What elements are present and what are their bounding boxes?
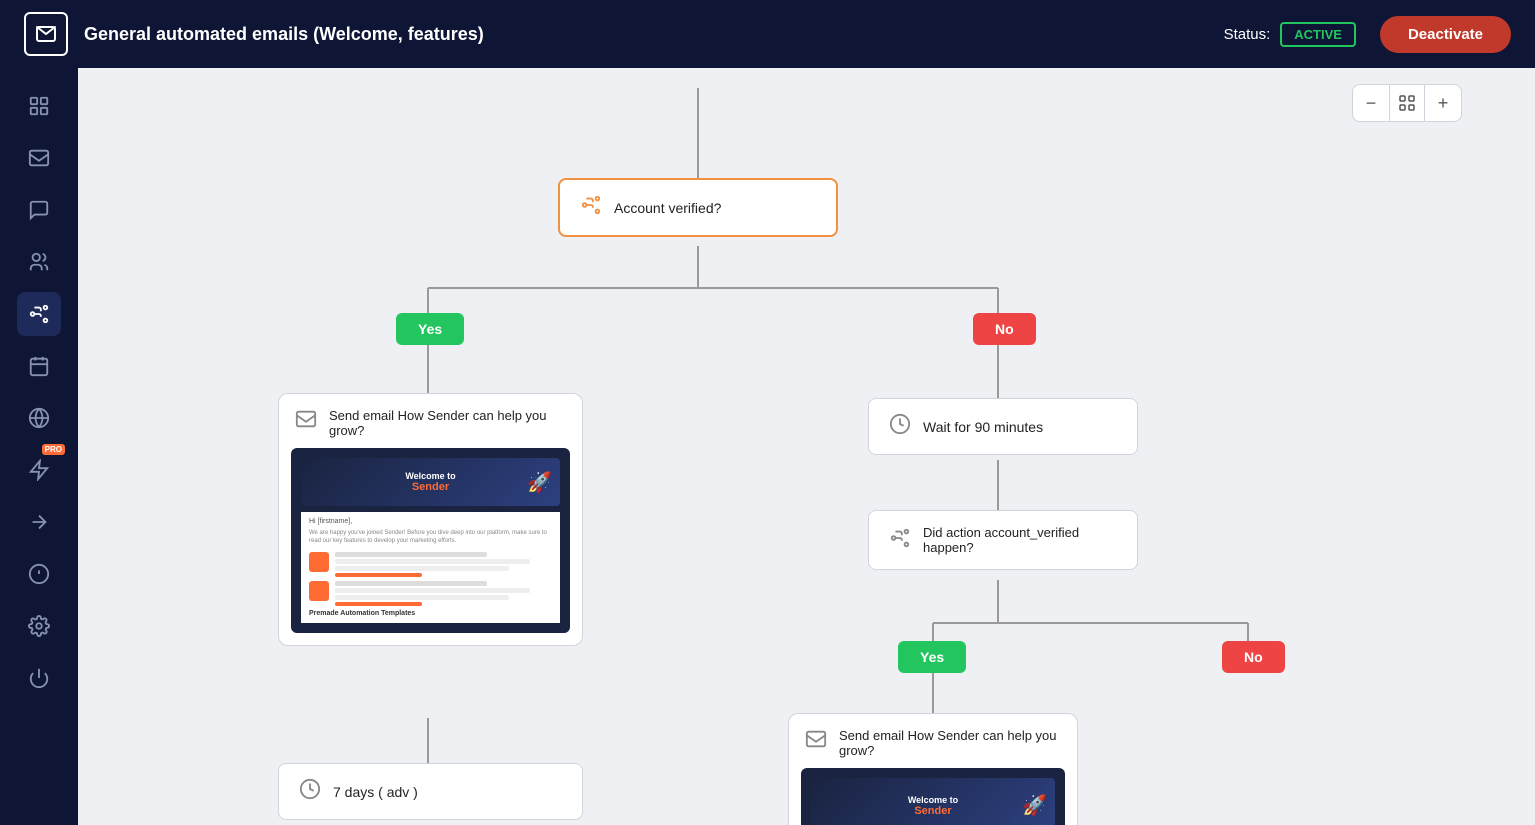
yes-branch-button[interactable]: Yes [396,313,464,345]
wait-icon [889,413,911,440]
condition-node[interactable]: Did action account_verified happen? [868,510,1138,570]
sidebar-item-automation[interactable] [17,292,61,336]
sidebar-item-calendar[interactable] [17,344,61,388]
sidebar-item-contacts[interactable] [17,240,61,284]
trigger-label: Account verified? [614,200,721,216]
sidebar-item-dashboard[interactable] [17,84,61,128]
trigger-icon [580,194,602,221]
flow-diagram: − + [78,68,1478,825]
status-badge: ACTIVE [1280,22,1356,47]
email-card-2[interactable]: Send email How Sender can help you grow?… [788,713,1078,825]
no2-branch-button[interactable]: No [1222,641,1285,673]
app-logo [24,12,68,56]
sidebar-item-chat[interactable] [17,188,61,232]
condition-label: Did action account_verified happen? [923,525,1117,555]
sidebar-item-email[interactable] [17,136,61,180]
app-header: General automated emails (Welcome, featu… [0,0,1535,68]
zoom-fit-button[interactable] [1389,85,1425,121]
sidebar-item-logout[interactable] [17,656,61,700]
email-card-2-header: Send email How Sender can help you grow? [789,714,1077,768]
sidebar-item-info[interactable] [17,552,61,596]
email-card-1-header: Send email How Sender can help you grow? [279,394,582,448]
rocket-icon-2: 🚀 [1022,793,1047,818]
email-card-2-label: Send email How Sender can help you grow? [839,728,1061,758]
sidebar-item-settings[interactable] [17,604,61,648]
flow-canvas: − + [78,68,1535,825]
wait-node[interactable]: Wait for 90 minutes [868,398,1138,455]
delay-node[interactable]: 7 days ( adv ) [278,763,583,820]
zoom-out-button[interactable]: − [1353,85,1389,121]
sidebar-item-import[interactable] [17,500,61,544]
rocket-icon: 🚀 [527,470,552,495]
email-preview-1: Welcome toSender 🚀 Hi [firstname], We ar… [291,448,570,633]
trigger-node[interactable]: Account verified? [558,178,838,237]
wait-label: Wait for 90 minutes [923,419,1043,435]
zoom-controls: − + [1352,84,1462,122]
sidebar-item-globe[interactable] [17,396,61,440]
zoom-in-button[interactable]: + [1425,85,1461,121]
condition-icon [889,527,911,554]
yes2-branch-button[interactable]: Yes [898,641,966,673]
email-card-1[interactable]: Send email How Sender can help you grow?… [278,393,583,646]
status-label: Status: [1224,26,1271,43]
status-section: Status: ACTIVE [1224,22,1356,47]
email-card-1-label: Send email How Sender can help you grow? [329,408,566,438]
pro-badge: PRO [42,444,65,455]
sidebar-item-automation-pro[interactable]: PRO [17,448,61,492]
no-branch-button[interactable]: No [973,313,1036,345]
delay-icon [299,778,321,805]
delay-label: 7 days ( adv ) [333,784,418,800]
deactivate-button[interactable]: Deactivate [1380,16,1511,53]
sidebar: PRO [0,68,78,825]
email-preview-2: Welcome toSender 🚀 [801,768,1065,825]
page-title: General automated emails (Welcome, featu… [84,24,1224,45]
